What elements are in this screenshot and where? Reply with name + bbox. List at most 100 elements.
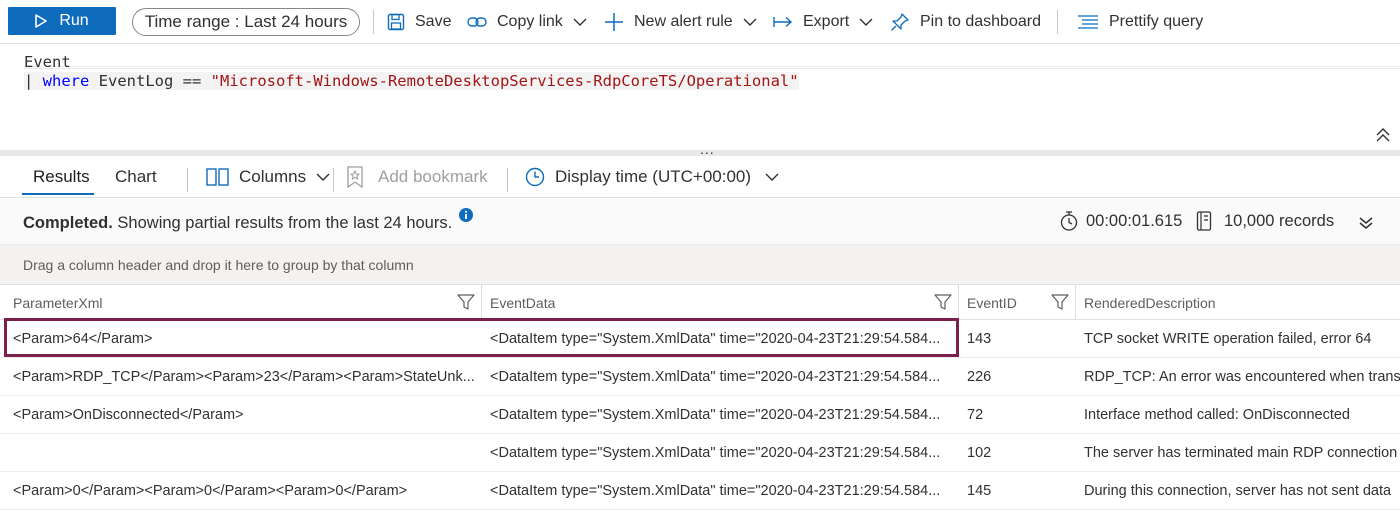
- table-row[interactable]: <DataItem type="System.XmlData" time="20…: [0, 434, 1400, 472]
- tab-chart[interactable]: Chart: [115, 156, 157, 198]
- cell-parameterxml: <Param>RDP_TCP</Param><Param>23</Param><…: [13, 369, 475, 385]
- add-bookmark-button: Add bookmark: [346, 156, 488, 198]
- elapsed-time-value: 00:00:01.615: [1086, 211, 1183, 230]
- filter-icon[interactable]: [1051, 293, 1069, 314]
- results-toolbar-divider: [187, 168, 188, 192]
- save-label: Save: [415, 13, 452, 30]
- column-header-label: EventData: [490, 294, 556, 311]
- copy-link-button[interactable]: Copy link: [467, 0, 587, 44]
- column-header-label: EventID: [967, 294, 1017, 311]
- expand-details-icon[interactable]: [1359, 216, 1373, 234]
- collapse-editor-icon[interactable]: [1376, 127, 1390, 143]
- pipe-operator: |: [24, 72, 43, 90]
- run-label: Run: [59, 12, 89, 29]
- export-button[interactable]: Export: [773, 0, 873, 44]
- pin-icon: [890, 12, 910, 32]
- export-label: Export: [803, 13, 850, 30]
- prettify-query-label: Prettify query: [1109, 13, 1204, 30]
- pin-to-dashboard-label: Pin to dashboard: [920, 13, 1041, 30]
- cell-eventid: 145: [967, 483, 992, 499]
- record-count: 10,000 records: [1196, 211, 1334, 231]
- cell-parameterxml: <Param>0</Param><Param>0</Param><Param>0…: [13, 483, 408, 499]
- cell-rendereddescription: Interface method called: OnDisconnected: [1084, 407, 1350, 423]
- results-toolbar-divider: [507, 168, 508, 192]
- new-alert-rule-label: New alert rule: [634, 13, 733, 30]
- tab-results-label: Results: [33, 167, 90, 186]
- cell-parameterxml: [13, 434, 475, 472]
- elapsed-time: 00:00:01.615: [1060, 211, 1182, 231]
- stopwatch-icon: [1060, 211, 1078, 231]
- save-icon: [387, 13, 405, 31]
- pin-to-dashboard-button[interactable]: Pin to dashboard: [890, 0, 1041, 44]
- tab-results[interactable]: Results: [33, 156, 90, 198]
- column-header-label: ParameterXml: [13, 294, 103, 311]
- query-code[interactable]: Event | where EventLog == "Microsoft-Win…: [24, 53, 799, 91]
- query-toolbar: Run Time range : Last 24 hours Save Copy…: [0, 0, 1400, 44]
- where-field: EventLog ==: [89, 72, 211, 90]
- column-header-label: RenderedDescription: [1084, 294, 1216, 311]
- cell-eventid: 72: [967, 407, 984, 423]
- status-message: Completed. Showing partial results from …: [23, 214, 452, 233]
- cell-rendereddescription: TCP socket WRITE operation failed, error…: [1084, 331, 1372, 347]
- prettify-lines-icon: [1077, 14, 1099, 30]
- bookmark-icon: [346, 166, 364, 188]
- toolbar-divider: [373, 10, 374, 34]
- status-completed-label: Completed.: [23, 214, 113, 232]
- run-button[interactable]: Run: [8, 7, 116, 35]
- status-detail: Showing partial results from the last 24…: [112, 214, 453, 232]
- cell-eventid: 102: [967, 445, 992, 461]
- chevron-down-icon: [859, 18, 873, 27]
- cell-eventid: 226: [967, 369, 992, 385]
- record-count-value: 10,000 records: [1224, 211, 1335, 230]
- results-grid-header: ParameterXml EventData EventID RenderedD…: [0, 285, 1400, 320]
- column-header-parameterxml[interactable]: ParameterXml: [5, 285, 482, 320]
- copy-link-label: Copy link: [497, 13, 563, 30]
- group-by-hint: Drag a column header and drop it here to…: [23, 257, 414, 273]
- query-status-bar: Completed. Showing partial results from …: [0, 199, 1400, 245]
- columns-icon: [206, 168, 229, 186]
- time-range-value: Last 24 hours: [244, 12, 348, 31]
- prettify-query-button[interactable]: Prettify query: [1077, 0, 1203, 44]
- play-icon: [35, 14, 48, 28]
- filter-icon[interactable]: [457, 293, 475, 314]
- selected-row-highlight: [4, 318, 959, 357]
- table-row[interactable]: <Param>OnDisconnected</Param> <DataItem …: [0, 396, 1400, 434]
- cell-eventdata: <DataItem type="System.XmlData" time="20…: [490, 483, 941, 499]
- table-row[interactable]: <Param>0</Param><Param>0</Param><Param>0…: [0, 472, 1400, 510]
- group-by-drop-zone[interactable]: Drag a column header and drop it here to…: [0, 245, 1400, 285]
- cell-eventdata: <DataItem type="System.XmlData" time="20…: [490, 445, 941, 461]
- cell-eventdata: <DataItem type="System.XmlData" time="20…: [490, 407, 941, 423]
- column-header-rendereddescription[interactable]: RenderedDescription: [1076, 285, 1400, 320]
- columns-label: Columns: [239, 167, 307, 186]
- filter-icon[interactable]: [934, 293, 952, 314]
- table-row[interactable]: <Param>RDP_TCP</Param><Param>23</Param><…: [0, 358, 1400, 396]
- where-keyword: where: [42, 72, 90, 90]
- cell-rendereddescription: During this connection, server has not s…: [1084, 483, 1392, 499]
- display-time-button[interactable]: Display time (UTC+00:00): [525, 156, 779, 198]
- cell-eventid: 143: [967, 331, 992, 347]
- add-bookmark-label: Add bookmark: [378, 167, 488, 186]
- columns-button[interactable]: Columns: [206, 156, 330, 198]
- query-line-2: | where EventLog == "Microsoft-Windows-R…: [24, 72, 799, 90]
- cell-parameterxml: <Param>OnDisconnected</Param>: [13, 407, 244, 423]
- clock-icon: [525, 167, 545, 187]
- active-tab-indicator: [22, 193, 94, 195]
- toolbar-divider: [1057, 10, 1058, 34]
- column-header-eventdata[interactable]: EventData: [482, 285, 959, 320]
- column-header-eventid[interactable]: EventID: [959, 285, 1076, 320]
- query-editor[interactable]: Event | where EventLog == "Microsoft-Win…: [0, 44, 1400, 150]
- new-alert-rule-button[interactable]: New alert rule: [604, 0, 757, 44]
- plus-icon: [604, 12, 624, 32]
- where-string-literal: "Microsoft-Windows-RemoteDesktopServices…: [210, 72, 799, 90]
- chevron-down-icon: [573, 18, 587, 27]
- time-range-picker[interactable]: Time range : Last 24 hours: [132, 8, 360, 36]
- splitter-drag-handle[interactable]: ...: [700, 142, 715, 156]
- display-time-label: Display time (UTC+00:00): [555, 167, 752, 186]
- save-button[interactable]: Save: [387, 0, 451, 44]
- time-range-label: Time range: [144, 12, 231, 31]
- cell-rendereddescription: RDP_TCP: An error was encountered when t…: [1084, 369, 1400, 385]
- info-icon[interactable]: [459, 208, 473, 227]
- results-toolbar: Results Chart Columns Add bookmark Displ…: [0, 156, 1400, 198]
- cell-rendereddescription: The server has terminated main RDP conne…: [1084, 445, 1398, 461]
- results-toolbar-divider: [333, 168, 334, 192]
